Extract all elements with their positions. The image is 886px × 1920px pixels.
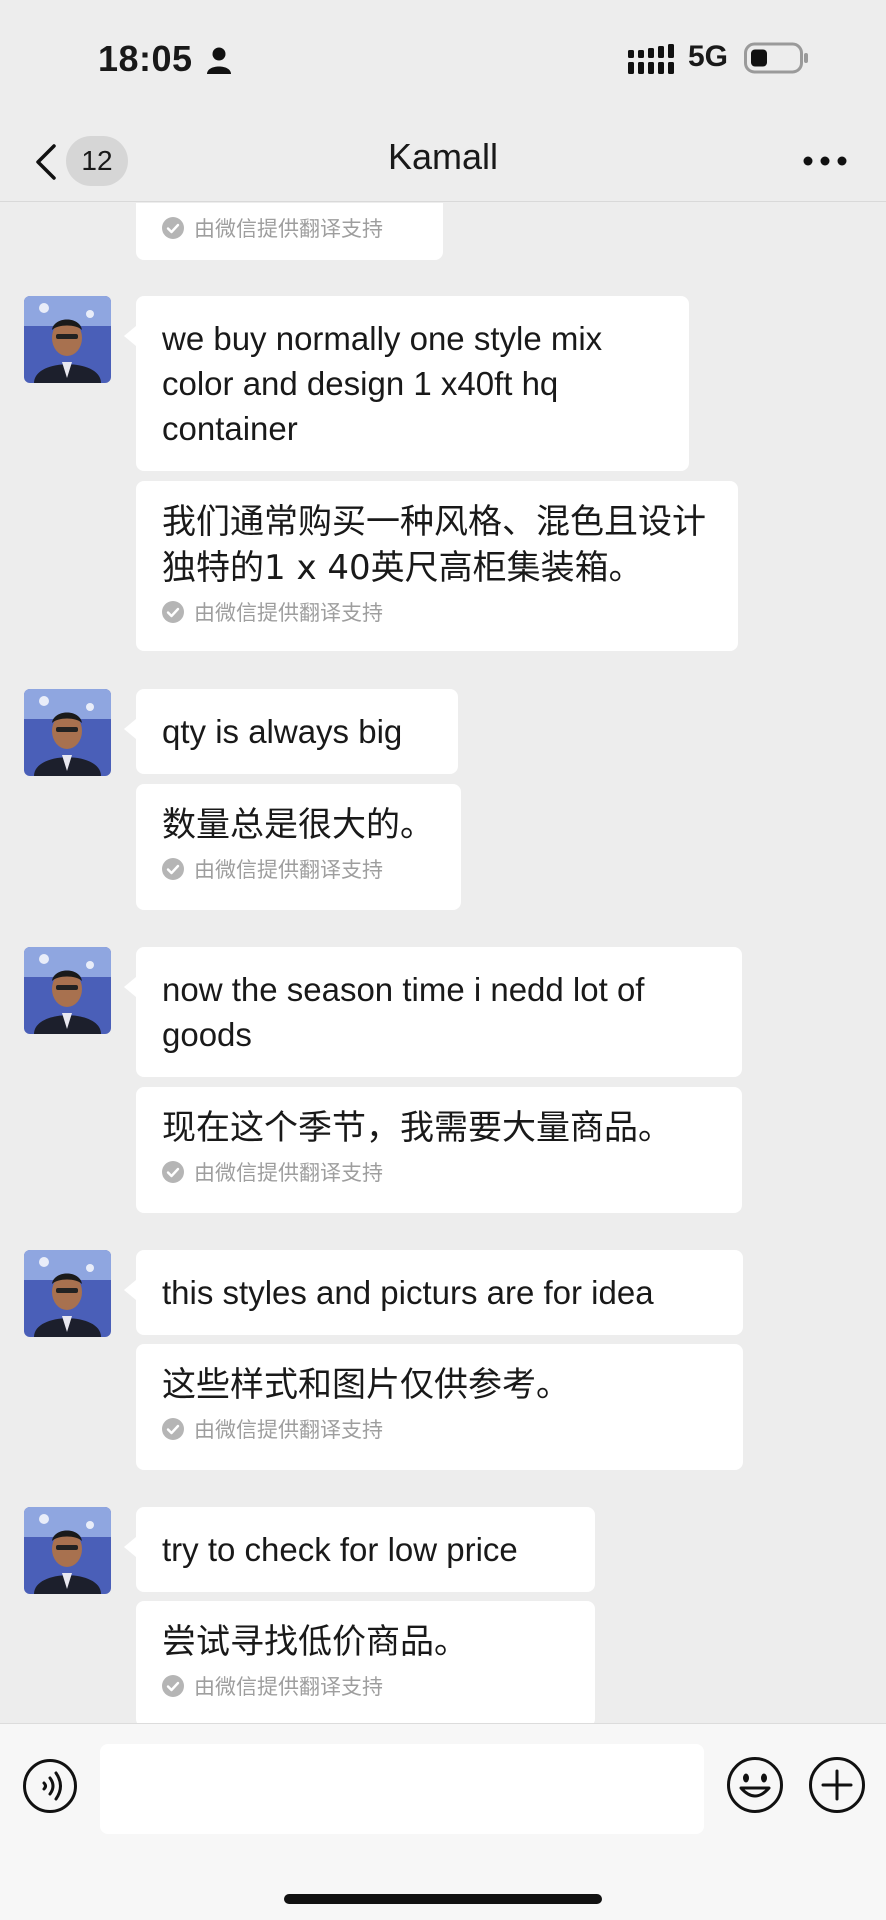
translation-credit-text: 由微信提供翻译支持: [194, 1418, 383, 1442]
translation-text: 我们通常购买一种风格、混色且设计独特的1 x 40英尺高柜集装箱。: [162, 502, 706, 588]
translation-credit-text: 由微信提供翻译支持: [194, 217, 383, 241]
avatar[interactable]: [24, 1250, 111, 1337]
avatar[interactable]: [24, 947, 111, 1034]
message-bubble[interactable]: we buy normally one style mix color and …: [124, 296, 689, 471]
message-text: qty is always big: [162, 713, 403, 750]
voice-icon[interactable]: [22, 1758, 78, 1814]
translation-bubble[interactable]: 我们通常购买一种风格、混色且设计独特的1 x 40英尺高柜集装箱。 由微信提供翻…: [136, 481, 738, 651]
back-button[interactable]: 12: [30, 136, 130, 188]
emoji-icon[interactable]: [726, 1756, 784, 1814]
message-list[interactable]: 由微信提供翻译支持 we buy normally one style mix …: [0, 203, 886, 1723]
avatar[interactable]: [24, 689, 111, 776]
check-circle-icon: [162, 217, 184, 239]
translation-credit-text: 由微信提供翻译支持: [194, 858, 383, 882]
message-bubble[interactable]: qty is always big: [124, 689, 458, 774]
translation-credit: 由微信提供翻译支持: [162, 597, 712, 627]
message-bubble[interactable]: this styles and picturs are for idea: [124, 1250, 743, 1335]
translation-credit: 由微信提供翻译支持: [162, 1157, 716, 1187]
translation-text: 数量总是很大的。: [162, 805, 434, 845]
check-circle-icon: [162, 1418, 184, 1440]
translation-credit: 由微信提供翻译支持: [162, 854, 435, 884]
message-text: now the season time i nedd lot of goods: [162, 971, 645, 1053]
translation-credit: 由微信提供翻译支持: [162, 213, 417, 243]
unread-count-badge: 12: [66, 136, 128, 186]
status-bar: 18:05 5G: [0, 0, 886, 120]
translation-text: 现在这个季节，我需要大量商品。: [162, 1108, 672, 1148]
avatar[interactable]: [24, 296, 111, 383]
translation-credit-text: 由微信提供翻译支持: [194, 601, 383, 625]
avatar[interactable]: [24, 1507, 111, 1594]
person-icon: [207, 47, 231, 74]
home-indicator[interactable]: [284, 1894, 602, 1904]
translation-bubble[interactable]: 数量总是很大的。 由微信提供翻译支持: [136, 784, 461, 910]
check-circle-icon: [162, 1161, 184, 1183]
message-bubble[interactable]: try to check for low price: [124, 1507, 595, 1592]
translation-credit-text: 由微信提供翻译支持: [194, 1675, 383, 1699]
translation-credit: 由微信提供翻译支持: [162, 1414, 717, 1444]
translation-text: 这些样式和图片仅供参考。: [162, 1365, 570, 1405]
translation-text: 尝试寻找低价商品。: [162, 1622, 468, 1662]
translation-credit: 由微信提供翻译支持: [162, 1671, 569, 1701]
network-type: 5G: [688, 40, 729, 73]
check-circle-icon: [162, 858, 184, 880]
message-text: we buy normally one style mix color and …: [162, 320, 603, 447]
more-dots-icon[interactable]: [800, 146, 850, 176]
translation-bubble[interactable]: 尝试寻找低价商品。 由微信提供翻译支持: [136, 1601, 595, 1723]
message-input[interactable]: [100, 1744, 704, 1834]
status-time: 18:05: [98, 38, 193, 79]
translation-bubble[interactable]: 现在这个季节，我需要大量商品。 由微信提供翻译支持: [136, 1087, 742, 1213]
message-bubble[interactable]: now the season time i nedd lot of goods: [124, 947, 742, 1077]
check-circle-icon: [162, 1675, 184, 1697]
chat-title: Kamall: [387, 136, 499, 177]
translation-bubble[interactable]: 由微信提供翻译支持: [136, 203, 443, 260]
check-circle-icon: [162, 601, 184, 623]
message-text: try to check for low price: [162, 1531, 518, 1568]
translation-credit-text: 由微信提供翻译支持: [194, 1161, 383, 1185]
input-bar: [0, 1723, 886, 1920]
plus-icon[interactable]: [808, 1756, 866, 1814]
translation-bubble[interactable]: 这些样式和图片仅供参考。 由微信提供翻译支持: [136, 1344, 743, 1470]
cellular-signal-icon: [628, 44, 674, 74]
message-text: this styles and picturs are for idea: [162, 1274, 654, 1311]
chat-header: 12 Kamall: [0, 120, 886, 202]
chevron-left-icon: [36, 144, 56, 180]
battery-icon: [744, 42, 808, 74]
